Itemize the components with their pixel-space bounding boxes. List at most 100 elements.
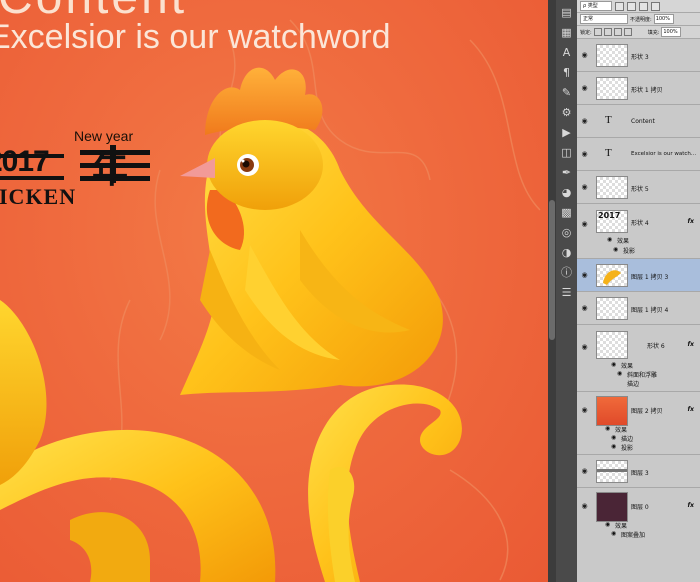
panel-dock: ▤ ▦ A ¶ ✎ ⚙ ▶ ◫ ✒ ◕ ▩ ◎ ◑ ⓘ ☰ [556, 0, 578, 582]
layer-row[interactable]: ◉ 2017 形状 4 fx ◉ 效果 ◉ 投影 [577, 204, 700, 259]
visibility-eye-icon[interactable]: ◉ [580, 304, 589, 312]
blend-opacity-row: 正常 不透明度: 100% [577, 13, 700, 26]
lock-all-icon[interactable] [623, 28, 632, 36]
visibility-eye-icon[interactable]: ◉ [580, 271, 589, 279]
layer-fx-icon[interactable]: fx [688, 406, 694, 413]
properties-icon[interactable]: ☰ [559, 285, 574, 300]
layer-thumbnail [596, 264, 628, 287]
lock-pixels-icon[interactable] [603, 28, 612, 36]
layer-fx-icon[interactable]: fx [688, 502, 694, 509]
effect-name: 斜面和浮雕 [627, 372, 658, 379]
paragraph-icon[interactable]: ¶ [559, 65, 574, 80]
info-icon[interactable]: ⓘ [559, 265, 574, 280]
layer-row[interactable]: ◉ 图层 0 fx ◉ 效果 ◉ 图案叠加 [577, 488, 700, 582]
styles-icon[interactable]: ▩ [559, 205, 574, 220]
lock-position-icon[interactable] [613, 28, 622, 36]
effect-eye-icon[interactable]: ◉ [607, 236, 612, 243]
opacity-label: 不透明度: [630, 16, 652, 23]
layer-thumbnail [596, 77, 628, 100]
fill-input[interactable]: 100% [661, 27, 682, 37]
layer-row[interactable]: ◉ 形状 1 拷贝 [577, 72, 700, 105]
effect-name: 描边 [627, 381, 640, 388]
effect-eye-icon[interactable]: ◉ [611, 434, 616, 441]
visibility-eye-icon[interactable]: ◉ [580, 117, 589, 125]
history-icon[interactable]: ▤ [559, 5, 574, 20]
opacity-input[interactable]: 100% [653, 14, 674, 24]
effect-eye-icon[interactable]: ◉ [617, 370, 622, 377]
visibility-eye-icon[interactable]: ◉ [580, 84, 589, 92]
layer-thumbnail [596, 176, 628, 199]
effect-eye-icon[interactable]: ◉ [611, 361, 616, 368]
layer-fx-icon[interactable]: fx [688, 341, 694, 348]
text-layer-icon: T [605, 114, 612, 126]
effects-label: 效果 [615, 427, 628, 434]
layer-name: 图层 3 [631, 470, 649, 477]
visibility-eye-icon[interactable]: ◉ [580, 502, 589, 510]
text-layer-icon: T [605, 147, 612, 159]
layer-thumbnail [596, 331, 628, 359]
visibility-eye-icon[interactable]: ◉ [580, 51, 589, 59]
layer-row[interactable]: ◉ 形状 3 [577, 39, 700, 72]
visibility-eye-icon[interactable]: ◉ [580, 406, 589, 414]
tagline-text: Excelsior is our watchword [0, 18, 391, 56]
layer-thumbnail: 2017 [596, 210, 628, 233]
visibility-eye-icon[interactable]: ◉ [580, 467, 589, 475]
layer-row[interactable]: ◉ 图层 1 拷贝 4 [577, 292, 700, 325]
visibility-eye-icon[interactable]: ◉ [580, 220, 589, 228]
layer-name: 图层 0 [631, 504, 649, 511]
scrollbar-thumb[interactable] [549, 200, 555, 340]
character-icon[interactable]: A [559, 45, 574, 60]
fill-label: 填充: [647, 29, 660, 36]
layer-name: 图层 1 拷贝 4 [631, 307, 669, 314]
adjustments-icon[interactable]: ◑ [559, 245, 574, 260]
lock-fill-row: 锁定: 填充: 100% [577, 26, 700, 39]
effect-eye-icon[interactable]: ◉ [613, 246, 618, 253]
filter-adjust-icon[interactable] [627, 1, 636, 11]
visibility-eye-icon[interactable]: ◉ [580, 150, 589, 158]
effect-name: 投影 [621, 445, 634, 452]
layer-row[interactable]: ◉ 形状 5 [577, 171, 700, 204]
layer-name: 形状 3 [631, 54, 649, 61]
layer-thumbnail [596, 460, 628, 483]
effect-eye-icon[interactable]: ◉ [611, 443, 616, 450]
effect-name: 图案叠加 [621, 532, 646, 539]
filter-pixel-icon[interactable] [615, 1, 624, 11]
effect-eye-icon[interactable]: ◉ [611, 530, 616, 537]
swatches-icon[interactable]: ▦ [559, 25, 574, 40]
navigator-icon[interactable]: ◎ [559, 225, 574, 240]
canvas-vertical-scrollbar[interactable] [548, 0, 556, 582]
layer-thumbnail [596, 396, 628, 426]
actions-icon[interactable]: ▶ [559, 125, 574, 140]
effect-name: 投影 [623, 248, 636, 255]
kind-filter-select[interactable]: ρ 类型 [580, 1, 612, 11]
layer-fx-icon[interactable]: fx [688, 218, 694, 225]
brush-icon[interactable]: ✎ [559, 85, 574, 100]
lock-transparent-icon[interactable] [593, 28, 602, 36]
layer-row[interactable]: ◉ T Excelsior is our watch... [577, 138, 700, 171]
filter-shape-icon[interactable] [651, 1, 660, 11]
paths-icon[interactable]: ✒ [559, 165, 574, 180]
layer-name: Content [631, 118, 655, 125]
nian-character: 年 [92, 150, 129, 191]
layer-thumbnail [596, 44, 628, 67]
filter-type-icon[interactable] [639, 1, 648, 11]
blend-mode-select[interactable]: 正常 [580, 14, 628, 24]
layer-row[interactable]: ◉ 图层 2 拷贝 fx ◉ 效果 ◉ 描边 ◉ 投影 [577, 392, 700, 455]
layer-row-selected[interactable]: ◉ 图层 1 拷贝 3 [577, 259, 700, 292]
effect-eye-icon[interactable]: ◉ [605, 425, 610, 432]
visibility-eye-icon[interactable]: ◉ [580, 343, 589, 351]
color-icon[interactable]: ◕ [559, 185, 574, 200]
channels-icon[interactable]: ◫ [559, 145, 574, 160]
layer-row[interactable]: ◉ 图层 3 [577, 455, 700, 488]
document-canvas[interactable]: Content Excelsior is our watchword New y… [0, 0, 548, 582]
layer-row[interactable]: ◉ 形状 6 fx ◉ 效果 ◉ 斜面和浮雕 描边 [577, 325, 700, 392]
layer-name: 形状 4 [631, 220, 649, 227]
effect-eye-icon[interactable]: ◉ [605, 521, 610, 528]
effects-label: 效果 [617, 238, 630, 245]
visibility-eye-icon[interactable]: ◉ [580, 183, 589, 191]
layer-name: 图层 2 拷贝 [631, 408, 663, 415]
lock-label: 锁定: [580, 29, 592, 36]
layer-row[interactable]: ◉ T Content [577, 105, 700, 138]
clone-source-icon[interactable]: ⚙ [559, 105, 574, 120]
layer-name: 图层 1 拷贝 3 [631, 274, 669, 281]
